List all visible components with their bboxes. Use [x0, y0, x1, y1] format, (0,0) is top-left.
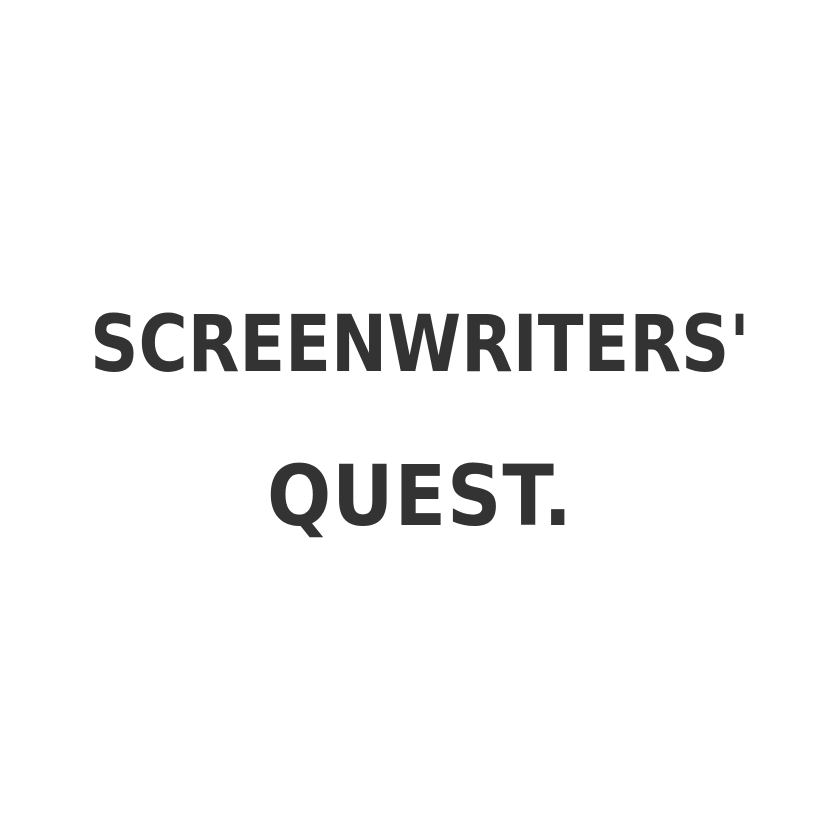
- logo-canvas: SCREENWRITERS' QUEST.: [0, 0, 840, 840]
- logo-line-quest: QUEST.: [267, 447, 573, 545]
- logo-line-screenwriters: SCREENWRITERS': [90, 300, 750, 390]
- wordmark-logo: SCREENWRITERS' QUEST.: [0, 0, 840, 840]
